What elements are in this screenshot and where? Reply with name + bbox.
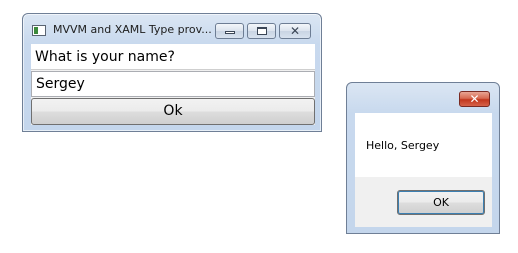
close-icon: ✕ (289, 24, 301, 38)
window-title: MVVM and XAML Type prov... (53, 23, 212, 36)
question-label: What is your name? (31, 44, 315, 70)
message-box-titlebar[interactable]: ✕ (347, 83, 499, 113)
main-window: MVVM and XAML Type prov... ✕ What is you… (22, 13, 322, 132)
name-input[interactable]: Sergey (31, 71, 315, 97)
message-box-ok-button[interactable]: OK (397, 190, 485, 215)
close-button[interactable]: ✕ (279, 23, 311, 39)
app-window-icon (32, 25, 46, 36)
minimize-button[interactable] (215, 23, 244, 39)
maximize-button[interactable] (247, 23, 276, 39)
message-box-close-button[interactable]: ✕ (459, 91, 490, 107)
ok-button[interactable]: Ok (31, 98, 315, 125)
main-client-area: What is your name? Sergey Ok (31, 44, 315, 125)
close-icon: ✕ (469, 92, 480, 106)
message-box-content: Hello, Sergey (355, 113, 492, 177)
maximize-icon (257, 27, 267, 35)
message-text: Hello, Sergey (366, 139, 440, 152)
minimize-icon (225, 31, 235, 34)
message-box-client: Hello, Sergey OK (355, 113, 492, 227)
message-box-window: ✕ Hello, Sergey OK (346, 82, 500, 234)
main-titlebar[interactable]: MVVM and XAML Type prov... ✕ (23, 14, 321, 44)
